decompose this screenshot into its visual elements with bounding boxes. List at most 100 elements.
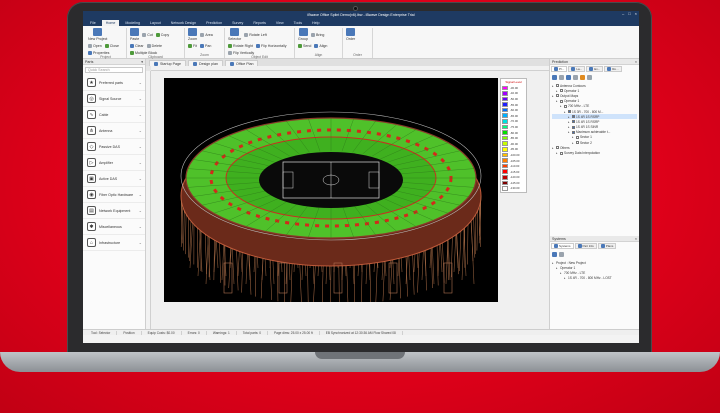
tree-expander-icon[interactable]: ▸ [568,115,571,119]
tree-checkbox[interactable] [560,152,563,155]
menu-tab[interactable]: Modeling [121,20,144,26]
tree-checkbox[interactable] [572,115,575,118]
parts-category[interactable]: ▣ Active DAS ⌄ [83,171,145,187]
ribbon-button[interactable]: Delete [147,44,162,48]
play-icon[interactable] [566,75,571,80]
chevron-down-icon[interactable]: ⌄ [139,208,142,213]
ribbon-button[interactable]: Flip Horizontally [256,44,287,48]
tree-expander-icon[interactable]: ▸ [552,84,555,88]
ribbon-button[interactable]: Send [298,44,311,48]
tree-checkbox[interactable] [572,131,575,134]
menu-tab[interactable]: Prediction [202,20,226,26]
tree-expander-icon[interactable]: ▸ [552,94,555,98]
expand-icon[interactable] [552,252,557,257]
parts-category[interactable]: ∿ Cable ⌄ [83,107,145,123]
ribbon-button[interactable]: Open [88,44,102,48]
menu-tab[interactable]: Layout [146,20,165,26]
panel-tab[interactable]: Systems [551,243,574,249]
panel-tab[interactable]: Ex... [586,66,603,72]
tree-expander-icon[interactable]: ▸ [568,130,571,134]
tree-checkbox[interactable] [576,141,579,144]
chevron-down-icon[interactable]: ⌄ [139,176,142,181]
tree-checkbox[interactable] [556,84,559,87]
ribbon-button[interactable]: New Project [88,28,107,41]
panel-tab[interactable]: Plans [598,243,617,249]
menu-tab[interactable]: Reports [249,20,270,26]
panel-tab[interactable]: Pr... [551,66,567,72]
ribbon-button[interactable]: Zoom [188,28,197,41]
tree-expander-icon[interactable]: ▸ [556,266,559,270]
close-panel-icon[interactable]: × [635,60,637,64]
tree-checkbox[interactable] [576,136,579,139]
parts-category[interactable]: ★ Preferred parts ⌄ [83,75,145,91]
menu-tab[interactable]: File [86,20,100,26]
ribbon-button[interactable]: Order [346,28,355,41]
tree-expander-icon[interactable]: ▸ [572,135,575,139]
parts-category[interactable]: ⌂ Infrastructure ⌄ [83,235,145,251]
ribbon-button[interactable]: Fit [188,44,197,48]
parts-search-input[interactable]: Quick Search [85,67,143,73]
parts-category[interactable]: ◎ Signal Source ⌄ [83,91,145,107]
menu-tab[interactable]: Help [308,20,323,26]
ribbon-button[interactable]: Paste [130,28,139,41]
tree-expander-icon[interactable]: ▸ [572,141,575,145]
settings-icon[interactable] [559,75,564,80]
ribbon-button[interactable]: Group [298,28,308,41]
copy-icon[interactable] [587,75,592,80]
ribbon-button[interactable]: Close [105,44,119,48]
pin-icon[interactable]: ▾ [141,60,143,64]
tree-expander-icon[interactable]: ▸ [556,99,559,103]
minimize-icon[interactable]: – [622,12,624,16]
tree-checkbox[interactable] [560,100,563,103]
tree-expander-icon[interactable]: ▸ [556,89,559,93]
menu-tab[interactable]: Network Design [167,20,200,26]
panel-tab[interactable]: Part Info [575,243,597,249]
refresh-icon[interactable] [552,75,557,80]
ribbon-button[interactable]: Clear [130,44,144,48]
chevron-down-icon[interactable]: ⌄ [139,224,142,229]
tree-checkbox[interactable] [568,110,571,113]
menu-tab[interactable]: Tools [290,20,306,26]
tree-expander-icon[interactable]: ▸ [568,120,571,124]
parts-category[interactable]: ✱ Miscellaneous ⌄ [83,219,145,235]
chevron-down-icon[interactable]: ⌄ [139,240,142,245]
maximize-icon[interactable]: □ [628,12,630,16]
menu-tab[interactable]: Survey [228,20,247,26]
tree-checkbox[interactable] [556,94,559,97]
floor-plan-canvas[interactable]: Signal Level -30.00 -40.00 -50.00 -55.00 -60… [151,71,549,329]
chevron-down-icon[interactable]: ⌄ [139,80,142,85]
stadium-3d-view[interactable] [164,78,498,302]
tree-checkbox[interactable] [556,146,559,149]
tree-checkbox[interactable] [560,89,563,92]
panel-tab[interactable]: Ro... [604,66,621,72]
tree-node[interactable]: ▸ Survey Data Interpolation [552,150,637,155]
tree-expander-icon[interactable]: ▸ [560,104,563,108]
menu-tab[interactable]: View [272,20,288,26]
tree-expander-icon[interactable]: ▸ [568,125,571,129]
filter-icon[interactable] [580,75,585,80]
ribbon-button[interactable]: Pan [200,44,211,48]
ribbon-button[interactable]: Bring [311,28,324,41]
close-systems-icon[interactable]: × [635,237,637,241]
ribbon-button[interactable]: Copy [156,28,169,41]
tree-expander-icon[interactable]: ▸ [560,271,563,275]
collapse-icon[interactable] [559,252,564,257]
parts-category[interactable]: ⋔ Antenna ⌄ [83,123,145,139]
panel-tab[interactable]: La... [568,66,585,72]
parts-category[interactable]: ▷ Amplifier ⌄ [83,155,145,171]
ribbon-button[interactable]: Area [200,28,213,41]
parts-category[interactable]: ◇ Passive DAS ⌄ [83,139,145,155]
tree-checkbox[interactable] [564,105,567,108]
tree-expander-icon[interactable]: ▸ [556,151,559,155]
parts-category[interactable]: ◉ Fiber Optic Hardware ⌄ [83,187,145,203]
tree-checkbox[interactable] [572,126,575,129]
export-icon[interactable] [573,75,578,80]
tree-expander-icon[interactable]: ▸ [552,261,555,265]
chevron-down-icon[interactable]: ⌄ [139,192,142,197]
tree-node[interactable]: ▸ 1S 4R - 700 - 800 MHz - LOST [552,276,637,281]
ribbon-button[interactable]: Rotate Right [228,44,253,48]
ribbon-button[interactable]: Selector [228,28,241,41]
tree-expander-icon[interactable]: ▸ [564,276,567,280]
ribbon-button[interactable]: Cut [142,28,153,41]
tree-expander-icon[interactable]: ▸ [552,146,555,150]
